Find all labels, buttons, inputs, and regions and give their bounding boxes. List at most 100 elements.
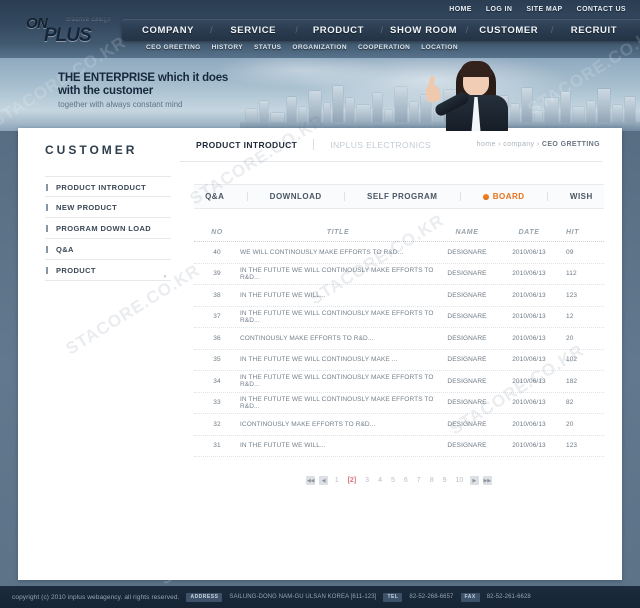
sidebar-item-label: NEW PRODUCT <box>56 203 118 212</box>
cell-name: DESIGNARE <box>447 377 487 385</box>
pagination-page-8[interactable]: 8 <box>427 477 436 484</box>
table-row[interactable]: 31 IN THE FUTUTE WE WILL... DESIGNARE 20… <box>194 436 604 457</box>
pagination-page-2[interactable]: [2] <box>345 477 359 484</box>
cell-hit: 123 <box>566 442 578 450</box>
sidebar-item-new-product[interactable]: NEW PRODUCT <box>45 197 171 218</box>
subnav-item-cooperation[interactable]: COOPERATION <box>358 44 410 51</box>
nav-item-service[interactable]: SERVICE <box>211 25 295 36</box>
utility-link-home[interactable]: HOME <box>449 6 472 13</box>
breadcrumb-separator: › <box>536 141 540 148</box>
bullet-icon <box>46 225 48 232</box>
cell-date: 2010/06/13 <box>512 399 546 407</box>
board-tab-divider <box>246 192 248 201</box>
pagination-page-5[interactable]: 5 <box>388 477 397 484</box>
cell-date: 2010/06/13 <box>512 248 546 256</box>
subnav-item-organization[interactable]: ORGANIZATION <box>292 44 347 51</box>
cell-date: 2010/06/13 <box>512 356 546 364</box>
sub-nav: CEO GREETING HISTORY STATUS ORGANIZATION… <box>146 44 458 51</box>
breadcrumb-company[interactable]: company <box>503 141 534 148</box>
pagination-page-6[interactable]: 6 <box>401 477 410 484</box>
cell-hit: 09 <box>566 248 574 256</box>
board-tab-wish[interactable]: WISH <box>570 192 593 201</box>
tab-product-introduct[interactable]: PRODUCT INTRODUCT <box>180 140 313 150</box>
cell-title[interactable]: IN THE FUTUTE WE WILL... <box>240 292 436 299</box>
cell-title[interactable]: WE WILL CONTINOUSLY MAKE EFFORTS TO R&D.… <box>240 249 436 256</box>
table-row[interactable]: 34 IN THE FUTUTE WE WILL CONTINOUSLY MAK… <box>194 371 604 393</box>
table-row[interactable]: 35 IN THE FUTUTE WE WILL CONTINOUSLY MAK… <box>194 350 604 371</box>
cell-title[interactable]: CONTINOUSLY MAKE EFFORTS TO R&D... <box>240 335 436 342</box>
breadcrumb-home[interactable]: home <box>477 141 496 148</box>
nav-item-showroom[interactable]: SHOW ROOM <box>382 25 466 36</box>
utility-link-sitemap[interactable]: SITE MAP <box>526 6 562 13</box>
board-tab-self-program[interactable]: SELF PROGRAM <box>367 192 437 201</box>
sidebar-item-qa[interactable]: Q&A <box>45 239 171 260</box>
utility-link-login[interactable]: LOG IN <box>486 6 513 13</box>
cell-title[interactable]: IN THE FUTUTE WE WILL CONTINOUSLY MAKE E… <box>240 396 436 410</box>
nav-separator: / <box>550 25 554 35</box>
cell-no: 32 <box>213 420 221 428</box>
pagination-page-3[interactable]: 3 <box>363 477 372 484</box>
board-tab-download[interactable]: DOWNLOAD <box>270 192 322 201</box>
board-tab-board[interactable]: BOARD <box>482 192 525 201</box>
subnav-item-ceo-greeting[interactable]: CEO GREETING <box>146 44 201 51</box>
footer-address-label: ADDRESS <box>186 592 223 602</box>
utility-link-contactus[interactable]: CONTACT US <box>577 6 626 13</box>
table-row[interactable]: 33 IN THE FUTUTE WE WILL CONTINOUSLY MAK… <box>194 393 604 414</box>
logo-text-plus: PLUS <box>44 25 92 46</box>
footer-tel-label: TEL <box>383 592 403 602</box>
cell-title[interactable]: IN THE FUTUTE WE WILL CONTINOUSLY MAKE E… <box>240 374 436 388</box>
nav-separator: / <box>295 25 298 35</box>
pagination-last-icon[interactable]: ▶▶ <box>482 476 492 485</box>
cell-date: 2010/06/13 <box>512 313 546 321</box>
table-row[interactable]: 36 CONTINOUSLY MAKE EFFORTS TO R&D... DE… <box>194 328 604 350</box>
sidebar-item-program-down-load[interactable]: PROGRAM DOWN LOAD <box>45 218 171 239</box>
cell-name: DESIGNARE <box>447 334 487 342</box>
banner-subline: together with always constant mind <box>58 100 183 109</box>
hero-banner: THE ENTERPRISE which it does with the cu… <box>0 58 640 131</box>
subnav-item-history[interactable]: HISTORY <box>212 44 243 51</box>
pagination-page-4[interactable]: 4 <box>376 477 385 484</box>
nav-item-customer[interactable]: CUSTOMER <box>467 25 551 36</box>
pagination-page-9[interactable]: 9 <box>440 477 449 484</box>
pagination-prev-icon[interactable]: ◀ <box>319 476 329 485</box>
subnav-item-status[interactable]: STATUS <box>254 44 281 51</box>
nav-item-company[interactable]: COMPANY <box>126 25 210 36</box>
column-header-title: TITLE <box>326 228 350 236</box>
nav-item-product[interactable]: PRODUCT <box>296 25 380 36</box>
cell-title[interactable]: IN THE FUTUTE WE WILL... <box>240 442 436 449</box>
table-row[interactable]: 39 IN THE FUTUTE WE WILL CONTINOUSLY MAK… <box>194 264 604 285</box>
table-row[interactable]: 38 IN THE FUTUTE WE WILL... DESIGNARE 20… <box>194 285 604 307</box>
cell-title[interactable]: IN THE FUTUTE WE WILL CONTINOUSLY MAKE E… <box>240 267 436 281</box>
cell-date: 2010/06/13 <box>512 334 546 342</box>
nav-item-recruit[interactable]: RECRUIT <box>552 25 636 36</box>
sidebar-item-product[interactable]: PRODUCT » <box>45 260 171 281</box>
subnav-item-location[interactable]: LOCATION <box>421 44 458 51</box>
table-row[interactable]: 37 IN THE FUTUTE WE WILL CONTINOUSLY MAK… <box>194 307 604 328</box>
cell-no: 31 <box>213 442 221 450</box>
cell-title[interactable]: IN THE FUTUTE WE WILL CONTINOUSLY MAKE E… <box>240 310 436 324</box>
pagination-page-1[interactable]: 1 <box>332 477 341 484</box>
pagination-page-10[interactable]: 10 <box>453 477 466 484</box>
tab-inplus-electronics[interactable]: INPLUS ELECTRONICS <box>314 140 447 150</box>
pagination-first-icon[interactable]: ◀◀ <box>306 476 316 485</box>
sidebar-item-product-introduct[interactable]: PRODUCT INTRODUCT <box>45 176 171 197</box>
cell-no: 39 <box>213 270 221 278</box>
footer-fax-value: 82-52-261-6628 <box>486 594 531 600</box>
cell-hit: 182 <box>566 377 578 385</box>
utility-nav: HOME LOG IN SITE MAP CONTACT US <box>449 6 626 13</box>
site-logo[interactable]: ON creative design PLUS <box>22 15 130 46</box>
pagination-next-icon[interactable]: ▶ <box>469 476 479 485</box>
table-header-row: NO TITLE NAME DATE HIT <box>194 223 604 242</box>
board-tab-qa[interactable]: Q&A <box>205 192 224 201</box>
board-tab-divider <box>546 192 548 201</box>
global-nav-bar: COMPANY / SERVICE / PRODUCT / SHOW ROOM … <box>122 19 640 41</box>
table-row[interactable]: 40 WE WILL CONTINOUSLY MAKE EFFORTS TO R… <box>194 242 604 264</box>
table-row[interactable]: 32 ICONTINOUSLY MAKE EFFORTS TO R&D... D… <box>194 414 604 436</box>
pagination-page-7[interactable]: 7 <box>414 477 423 484</box>
column-header-hit: HIT <box>566 228 580 236</box>
site-header: ON creative design PLUS HOME LOG IN SITE… <box>0 0 640 58</box>
cell-title[interactable]: ICONTINOUSLY MAKE EFFORTS TO R&D... <box>240 421 436 428</box>
footer-address-value: SAILUNG-DONG NAM-GU ULSAN KOREA [611-123… <box>229 594 377 600</box>
cell-title[interactable]: IN THE FUTUTE WE WILL CONTINOUSLY MAKE .… <box>240 356 436 363</box>
pagination: ◀◀ ◀ 1 [2] 3 4 5 6 7 8 9 10 ▶ ▶▶ <box>194 476 604 485</box>
